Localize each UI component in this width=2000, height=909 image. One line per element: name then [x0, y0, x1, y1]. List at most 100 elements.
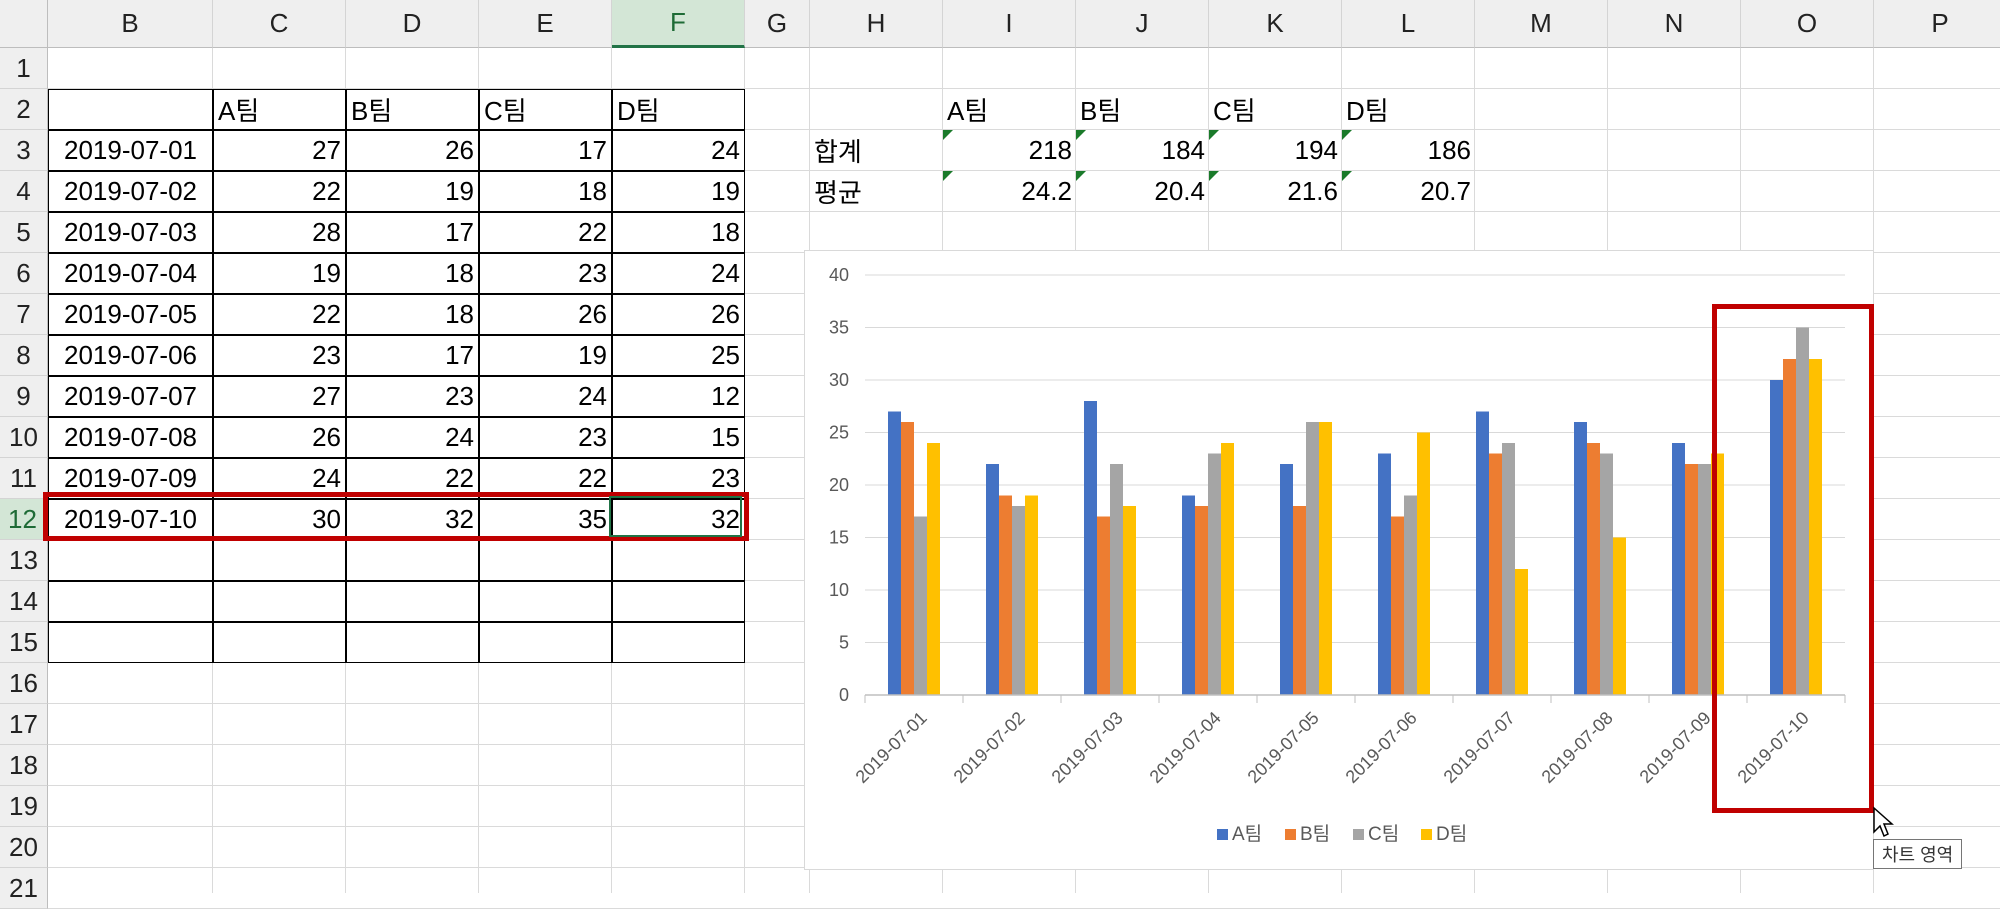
summary-value-cell[interactable]: 20.4: [1076, 171, 1209, 212]
column-header-p[interactable]: P: [1874, 0, 2000, 48]
score-cell[interactable]: 28: [213, 212, 346, 253]
score-cell[interactable]: 23: [346, 376, 479, 417]
summary-label-cell[interactable]: 합계: [810, 130, 943, 171]
table-cell[interactable]: [612, 622, 745, 663]
score-cell[interactable]: 32: [612, 499, 745, 540]
date-cell[interactable]: 2019-07-07: [48, 376, 213, 417]
column-chart[interactable]: 0 5 10 15 20 25 30 35 40 2019-07-01 2019-07-02 2019…: [804, 250, 1874, 870]
score-cell[interactable]: 30: [213, 499, 346, 540]
score-cell[interactable]: 22: [479, 212, 612, 253]
score-cell[interactable]: 26: [213, 417, 346, 458]
summary-value-cell[interactable]: 194: [1209, 130, 1342, 171]
column-header-o[interactable]: O: [1741, 0, 1874, 48]
table-cell[interactable]: [346, 622, 479, 663]
score-cell[interactable]: 26: [346, 130, 479, 171]
column-header-k[interactable]: K: [1209, 0, 1342, 48]
summary-header-cell[interactable]: D팀: [1342, 89, 1475, 130]
score-cell[interactable]: 26: [479, 294, 612, 335]
row-header-10[interactable]: 10: [0, 417, 48, 458]
table-cell[interactable]: [479, 622, 612, 663]
row-header-7[interactable]: 7: [0, 294, 48, 335]
table-cell[interactable]: [48, 89, 213, 130]
row-header-4[interactable]: 4: [0, 171, 48, 212]
score-cell[interactable]: 23: [479, 417, 612, 458]
date-cell[interactable]: 2019-07-05: [48, 294, 213, 335]
date-cell[interactable]: 2019-07-04: [48, 253, 213, 294]
score-cell[interactable]: 12: [612, 376, 745, 417]
score-cell[interactable]: 18: [479, 171, 612, 212]
score-cell[interactable]: 17: [346, 212, 479, 253]
score-cell[interactable]: 18: [346, 294, 479, 335]
summary-header-cell[interactable]: A팀: [943, 89, 1076, 130]
summary-value-cell[interactable]: 21.6: [1209, 171, 1342, 212]
row-header-17[interactable]: 17: [0, 704, 48, 745]
row-header-6[interactable]: 6: [0, 253, 48, 294]
score-cell[interactable]: 24: [612, 253, 745, 294]
column-header-c[interactable]: C: [213, 0, 346, 48]
score-cell[interactable]: 24: [612, 130, 745, 171]
score-cell[interactable]: 19: [479, 335, 612, 376]
column-header-h[interactable]: H: [810, 0, 943, 48]
column-header-d[interactable]: D: [346, 0, 479, 48]
column-header-b[interactable]: B: [48, 0, 213, 48]
summary-value-cell[interactable]: 20.7: [1342, 171, 1475, 212]
score-cell[interactable]: 17: [346, 335, 479, 376]
summary-value-cell[interactable]: 186: [1342, 130, 1475, 171]
row-header-13[interactable]: 13: [0, 540, 48, 581]
score-cell[interactable]: 35: [479, 499, 612, 540]
score-cell[interactable]: 27: [213, 130, 346, 171]
row-header-15[interactable]: 15: [0, 622, 48, 663]
table-cell[interactable]: [346, 581, 479, 622]
summary-header-cell[interactable]: C팀: [1209, 89, 1342, 130]
row-header-18[interactable]: 18: [0, 745, 48, 786]
date-cell[interactable]: 2019-07-06: [48, 335, 213, 376]
summary-value-cell[interactable]: 218: [943, 130, 1076, 171]
score-cell[interactable]: 32: [346, 499, 479, 540]
score-cell[interactable]: 15: [612, 417, 745, 458]
row-header-14[interactable]: 14: [0, 581, 48, 622]
table-cell[interactable]: [479, 540, 612, 581]
table-cell[interactable]: [479, 581, 612, 622]
score-cell[interactable]: 17: [479, 130, 612, 171]
row-header-5[interactable]: 5: [0, 212, 48, 253]
table-cell[interactable]: [48, 581, 213, 622]
score-cell[interactable]: 18: [346, 253, 479, 294]
table-cell[interactable]: [48, 622, 213, 663]
table-cell[interactable]: [612, 540, 745, 581]
score-cell[interactable]: 19: [346, 171, 479, 212]
score-cell[interactable]: 22: [213, 171, 346, 212]
score-cell[interactable]: 24: [479, 376, 612, 417]
select-all-corner[interactable]: [0, 0, 48, 48]
table-cell[interactable]: [213, 622, 346, 663]
score-cell[interactable]: 18: [612, 212, 745, 253]
table-cell[interactable]: [346, 540, 479, 581]
column-header-j[interactable]: J: [1076, 0, 1209, 48]
date-cell[interactable]: 2019-07-02: [48, 171, 213, 212]
table-cell[interactable]: [48, 540, 213, 581]
row-header-16[interactable]: 16: [0, 663, 48, 704]
row-header-1[interactable]: 1: [0, 48, 48, 89]
score-cell[interactable]: 23: [612, 458, 745, 499]
row-header-3[interactable]: 3: [0, 130, 48, 171]
summary-label-cell[interactable]: 평균: [810, 171, 943, 212]
column-header-e[interactable]: E: [479, 0, 612, 48]
score-cell[interactable]: 26: [612, 294, 745, 335]
table-header-cell[interactable]: D팀: [612, 89, 745, 130]
column-header-m[interactable]: M: [1475, 0, 1608, 48]
score-cell[interactable]: 24: [346, 417, 479, 458]
table-header-cell[interactable]: B팀: [346, 89, 479, 130]
table-cell[interactable]: [612, 581, 745, 622]
column-header-g[interactable]: G: [745, 0, 810, 48]
score-cell[interactable]: 22: [346, 458, 479, 499]
score-cell[interactable]: 19: [213, 253, 346, 294]
date-cell[interactable]: 2019-07-01: [48, 130, 213, 171]
table-header-cell[interactable]: C팀: [479, 89, 612, 130]
column-header-l[interactable]: L: [1342, 0, 1475, 48]
summary-value-cell[interactable]: 184: [1076, 130, 1209, 171]
date-cell[interactable]: 2019-07-10: [48, 499, 213, 540]
column-header-f[interactable]: F: [612, 0, 745, 48]
score-cell[interactable]: 23: [479, 253, 612, 294]
row-header-19[interactable]: 19: [0, 786, 48, 827]
score-cell[interactable]: 25: [612, 335, 745, 376]
table-header-cell[interactable]: A팀: [213, 89, 346, 130]
